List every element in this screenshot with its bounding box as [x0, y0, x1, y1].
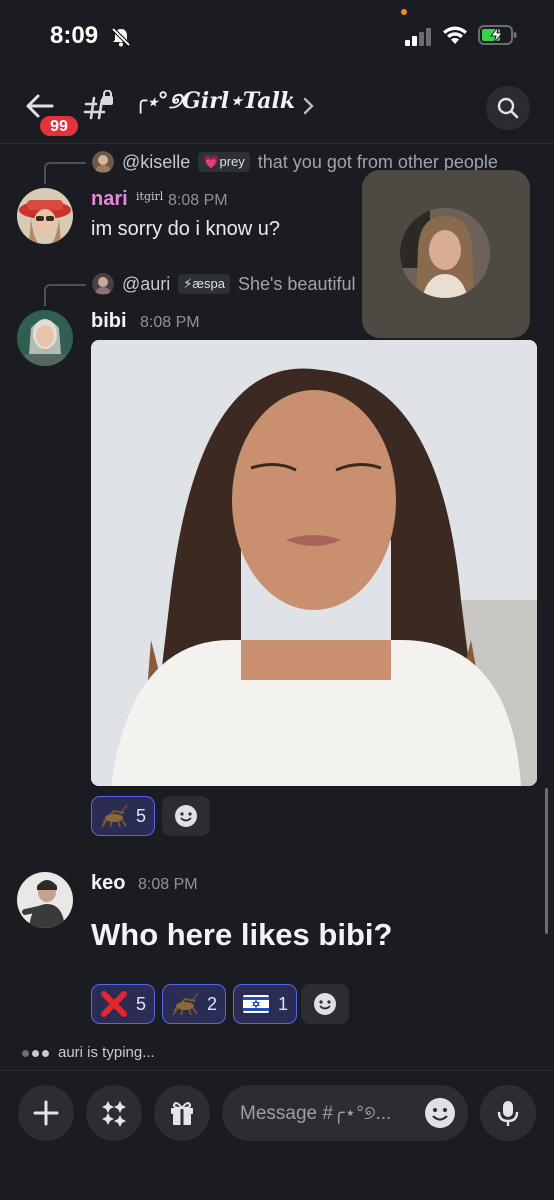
role-tag: 💗prey [198, 152, 250, 172]
message-timestamp: 8:08 PM [138, 876, 198, 893]
keo-avatar-image [17, 872, 73, 928]
cellular-signal-icon [405, 28, 431, 46]
voice-message-button[interactable] [480, 1085, 536, 1141]
cricket-icon [172, 992, 199, 1016]
add-attachment-button[interactable] [18, 1085, 74, 1141]
gift-button[interactable] [154, 1085, 210, 1141]
author-name[interactable]: keo [91, 872, 125, 895]
message-text: Who here likes bibi? [91, 917, 393, 952]
status-bar: 8:09 [0, 0, 554, 70]
participant-photo [400, 208, 490, 298]
wifi-icon [443, 26, 467, 44]
battery-charging-icon [478, 25, 517, 45]
typing-dots-icon [22, 1044, 52, 1061]
auri-avatar [92, 273, 114, 295]
author-tag: itgirl [136, 190, 164, 203]
reaction-count: 5 [136, 993, 147, 1014]
avatar[interactable] [17, 188, 73, 244]
message-input[interactable]: Message #╭⋆°୭... [222, 1085, 468, 1141]
author-name[interactable]: nari [91, 188, 128, 211]
bell-muted-icon [111, 27, 131, 47]
reaction-chip[interactable]: 5 [91, 984, 156, 1024]
reaction-count: 2 [207, 993, 218, 1014]
microphone-icon [497, 1101, 519, 1126]
author-name[interactable]: bibi [91, 310, 127, 333]
reply-preview[interactable]: @auri ⚡æspa She's beautiful [92, 270, 355, 298]
cross-mark-icon [101, 991, 127, 1017]
typing-text: auri is typing... [58, 1044, 155, 1061]
israel-flag-icon [243, 995, 269, 1013]
gift-icon [171, 1102, 193, 1125]
reaction-chip[interactable]: 5 [91, 796, 156, 836]
search-icon [497, 97, 519, 119]
plus-icon [33, 1100, 59, 1126]
image-attachment[interactable] [91, 340, 537, 786]
nari-avatar-image [17, 188, 73, 244]
channel-title[interactable]: ╭⋆°୭Girl⋆Talk [134, 88, 295, 114]
search-button[interactable] [486, 86, 530, 130]
emoji-picker-icon[interactable] [424, 1097, 456, 1129]
bibi-avatar-image [17, 310, 73, 366]
message-timestamp: 8:08 PM [168, 192, 228, 209]
apps-button[interactable] [86, 1085, 142, 1141]
kiselle-avatar [92, 151, 114, 173]
privacy-indicator [401, 9, 407, 15]
add-reaction-button[interactable] [301, 984, 349, 1024]
reaction-count: 1 [278, 993, 289, 1014]
reaction-count: 5 [136, 805, 147, 826]
attachment-photo [91, 340, 537, 786]
reaction-chip[interactable]: 2 [162, 984, 227, 1024]
message-composer: Message #╭⋆°୭... [0, 1070, 554, 1200]
status-time: 8:09 [50, 22, 99, 49]
message-text: im sorry do i know u? [91, 218, 280, 240]
smiley-icon [314, 993, 336, 1015]
cricket-icon [101, 804, 128, 828]
voice-call-overlay[interactable] [362, 170, 530, 338]
scrollbar[interactable] [545, 788, 548, 934]
call-participant-avatar [400, 208, 490, 298]
reply-username: @kiselle [122, 151, 191, 172]
reply-connector [44, 162, 86, 184]
smiley-icon [175, 805, 197, 827]
typing-indicator: auri is typing... [22, 1044, 155, 1061]
channel-header: 99 ╭⋆°୭Girl⋆Talk [0, 70, 554, 144]
reply-text: She's beautiful [237, 273, 356, 294]
message-input-placeholder: Message #╭⋆°୭... [240, 1103, 392, 1124]
message-timestamp: 8:08 PM [140, 314, 200, 331]
add-reaction-button[interactable] [162, 796, 210, 836]
chevron-right-icon[interactable] [302, 96, 316, 116]
avatar[interactable] [17, 872, 73, 928]
reaction-chip[interactable]: 1 [233, 984, 298, 1024]
apps-icon [102, 1101, 126, 1127]
reply-username: @auri [122, 273, 171, 294]
role-tag: ⚡æspa [178, 274, 230, 294]
unread-badge: 99 [38, 114, 80, 138]
reply-connector [44, 284, 86, 306]
avatar[interactable] [17, 310, 73, 366]
locked-channel-hash-icon [83, 90, 113, 120]
